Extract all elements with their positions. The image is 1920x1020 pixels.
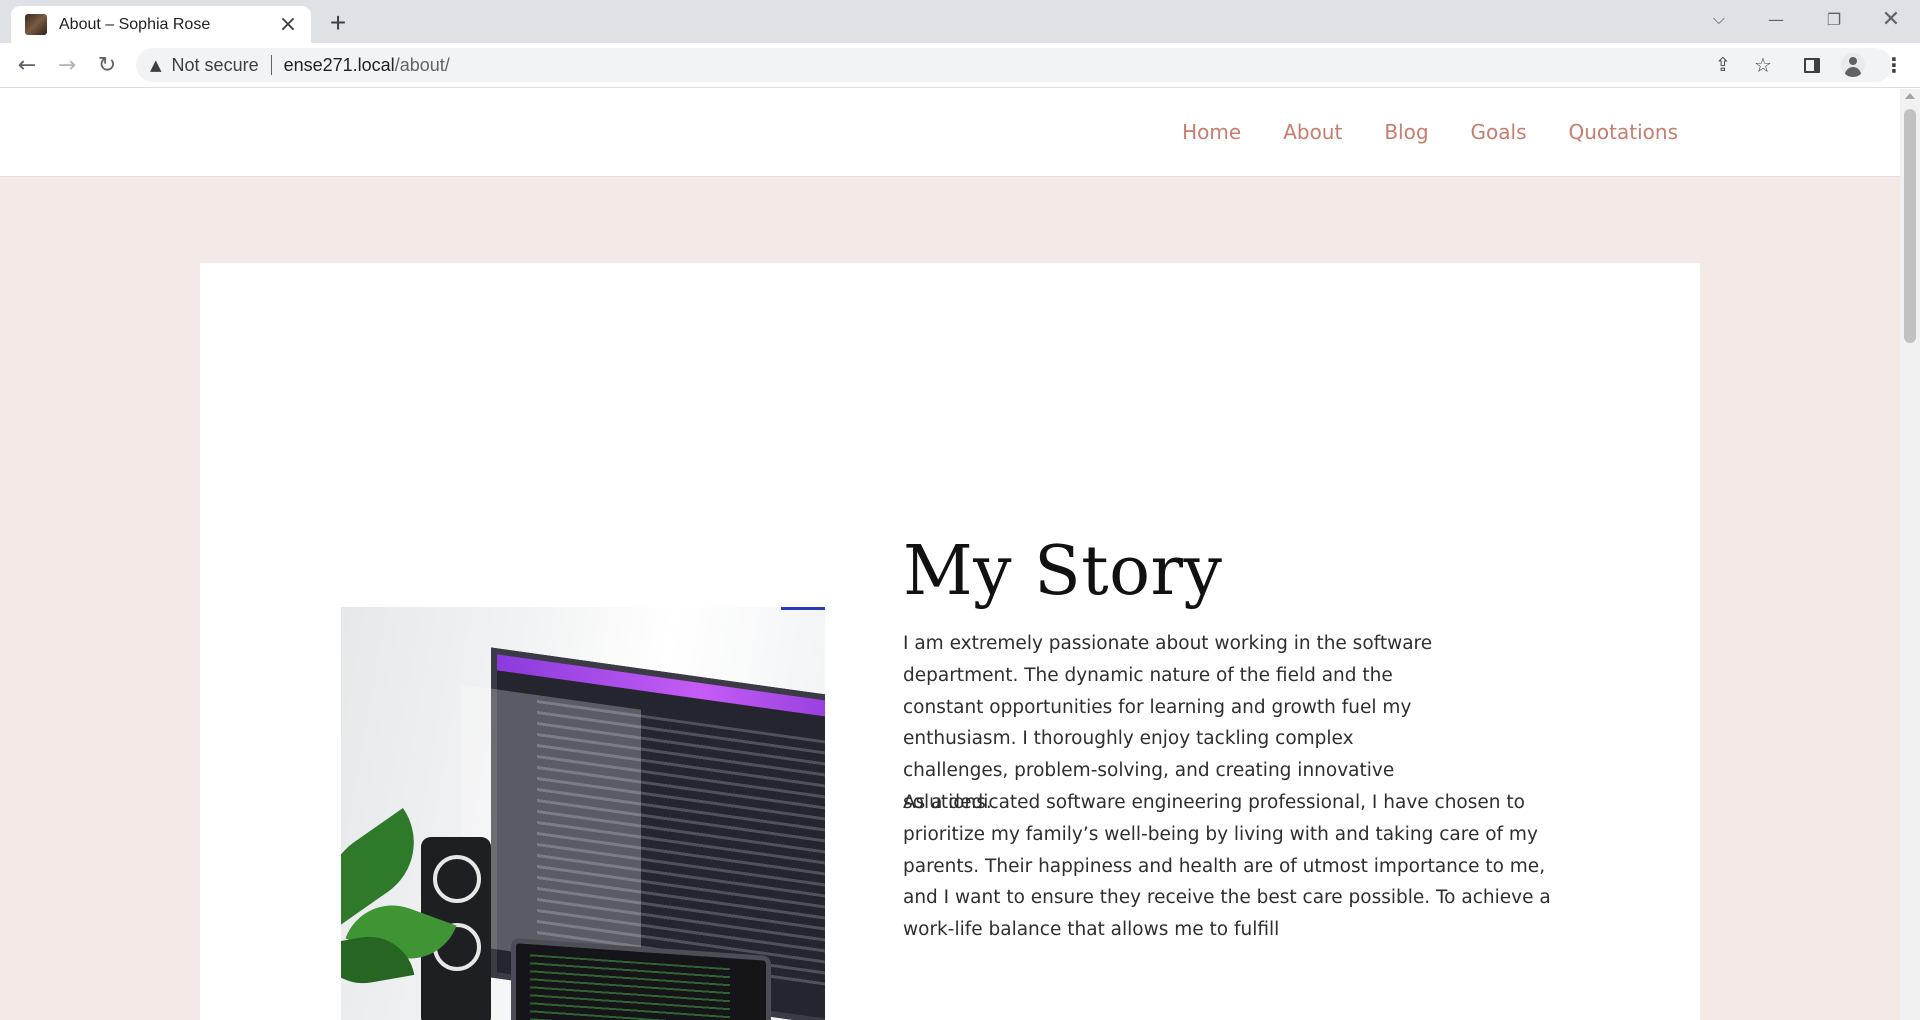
scroll-up-arrow-icon[interactable] xyxy=(1905,93,1915,99)
nav-link-blog[interactable]: Blog xyxy=(1384,120,1428,144)
nav-link-about[interactable]: About xyxy=(1283,120,1342,144)
primary-nav: Home About Blog Goals Quotations xyxy=(1182,120,1678,144)
window-restore-icon[interactable]: ❐ xyxy=(1805,0,1863,38)
url-host[interactable]: ense271.local xyxy=(284,55,395,76)
share-icon[interactable]: ⇪ xyxy=(1706,48,1740,82)
tab-title: About – Sophia Rose xyxy=(59,15,211,33)
photo-accent-line xyxy=(781,607,825,610)
forward-arrow-icon[interactable]: → xyxy=(51,49,83,81)
scrollbar-thumb[interactable] xyxy=(1904,109,1916,343)
browser-toolbar: ← → ↻ ▲ Not secure ense271.local /about/… xyxy=(0,43,1920,88)
window-minimize-icon[interactable]: — xyxy=(1747,0,1805,38)
page-viewport: Home About Blog Goals Quotations My Stor… xyxy=(0,89,1900,1020)
new-tab-button[interactable]: + xyxy=(323,7,353,38)
url-path[interactable]: /about/ xyxy=(395,55,450,76)
back-arrow-icon[interactable]: ← xyxy=(11,49,43,81)
browser-tab-strip: About – Sophia Rose × + ⌵ — ❐ ✕ xyxy=(0,0,1920,43)
tab-close-icon[interactable]: × xyxy=(277,13,299,36)
warning-icon[interactable]: ▲ xyxy=(150,56,162,74)
profile-avatar-icon[interactable] xyxy=(1837,49,1869,81)
address-bar[interactable]: ▲ Not secure ense271.local /about/ ⇪ ☆ xyxy=(136,48,1892,82)
site-favicon-icon xyxy=(25,14,47,35)
nav-link-home[interactable]: Home xyxy=(1182,120,1241,144)
side-panel-icon[interactable] xyxy=(1796,49,1828,81)
browser-menu-kebab-icon[interactable]: ⋮ xyxy=(1878,49,1910,81)
address-separator xyxy=(270,55,272,75)
workspace-photo xyxy=(341,607,825,1020)
nav-link-goals[interactable]: Goals xyxy=(1471,120,1527,144)
bookmark-star-icon[interactable]: ☆ xyxy=(1746,48,1780,82)
browser-tab-active[interactable]: About – Sophia Rose × xyxy=(11,6,311,43)
content-card: My Story I am extremely passionate about… xyxy=(200,263,1700,1020)
page-title: My Story xyxy=(903,532,1223,611)
tab-search-chevron-icon[interactable]: ⌵ xyxy=(1690,0,1748,38)
window-close-icon[interactable]: ✕ xyxy=(1862,0,1920,38)
reload-icon[interactable]: ↻ xyxy=(91,49,123,81)
site-header: Home About Blog Goals Quotations xyxy=(0,89,1900,177)
security-status-label[interactable]: Not secure xyxy=(172,55,259,76)
story-paragraph-2: As a dedicated software engineering prof… xyxy=(903,792,1551,941)
page-scrollbar[interactable] xyxy=(1900,89,1920,1020)
nav-link-quotations[interactable]: Quotations xyxy=(1569,120,1678,144)
